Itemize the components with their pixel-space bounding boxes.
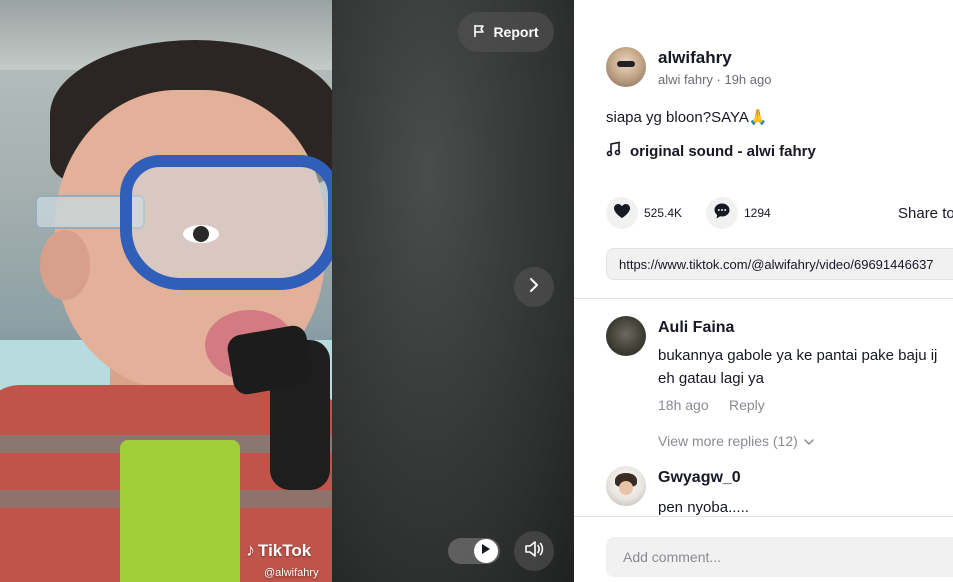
comment-icon [713, 202, 731, 225]
like-stat: 525.4K [606, 197, 682, 229]
add-comment-input[interactable] [606, 537, 953, 577]
comment-count: 1294 [744, 206, 771, 220]
tiktok-watermark-handle: @alwifahry [264, 567, 319, 579]
commenter-name[interactable]: Gwyagw_0 [658, 469, 741, 487]
person-pupil [193, 226, 209, 242]
author-subline: alwi fahry · 19h ago [658, 72, 772, 87]
like-count: 525.4K [644, 206, 683, 220]
volume-button[interactable] [514, 531, 554, 571]
tiktok-watermark-text: TikTok [258, 540, 312, 560]
view-more-replies-label: View more replies (12) [658, 433, 798, 449]
tiktok-watermark: ♪ TikTok [246, 540, 311, 561]
video-frame[interactable]: ♪ TikTok @alwifahry [0, 0, 332, 582]
snorkel-mask [120, 155, 332, 290]
sound-link[interactable]: original sound - alwi fahry [606, 141, 816, 161]
section-divider [574, 298, 953, 299]
avatar-face [619, 481, 633, 495]
chevron-down-icon [804, 433, 814, 449]
tiktok-logo-icon: ♪ [246, 540, 255, 560]
comment-button[interactable] [706, 197, 738, 229]
green-shirt [120, 440, 240, 582]
sunglasses-icon [617, 61, 635, 67]
autoplay-toggle-knob[interactable] [474, 539, 498, 563]
tiktok-video-page: ♪ TikTok @alwifahry Report alwifahry alw… [0, 0, 953, 582]
report-button[interactable]: Report [458, 12, 554, 52]
comment-text-continued: eh gatau lagi ya [658, 370, 764, 387]
music-note-icon [606, 141, 622, 161]
heart-icon [613, 203, 631, 224]
view-more-replies-button[interactable]: View more replies (12) [658, 433, 814, 449]
comment-text: bukannya gabole ya ke pantai pake baju i… [658, 347, 938, 364]
author-avatar[interactable] [606, 47, 646, 87]
comment-composer [574, 516, 953, 582]
commenter-avatar[interactable] [606, 466, 646, 506]
volume-icon [524, 540, 544, 563]
comment-timestamp: 18h ago [658, 397, 709, 413]
author-username[interactable]: alwifahry [658, 48, 732, 68]
reply-button[interactable]: Reply [729, 397, 765, 413]
chevron-right-icon [527, 277, 541, 298]
video-caption: siapa yg bloon?SAYA🙏 [606, 109, 768, 126]
share-label[interactable]: Share to [898, 205, 953, 222]
video-player[interactable]: ♪ TikTok @alwifahry Report [0, 0, 574, 582]
report-label: Report [493, 24, 539, 40]
video-link-field[interactable]: https://www.tiktok.com/@alwifahry/video/… [606, 248, 953, 280]
like-button[interactable] [606, 197, 638, 229]
sound-title: original sound - alwi fahry [630, 142, 816, 160]
flag-icon [473, 24, 487, 41]
person-ear [40, 230, 90, 300]
details-panel: alwifahry alwi fahry · 19h ago siapa yg … [574, 0, 953, 582]
commenter-name[interactable]: Auli Faina [658, 319, 734, 337]
comment-stat: 1294 [706, 197, 771, 229]
commenter-avatar[interactable] [606, 316, 646, 356]
play-icon [481, 542, 491, 560]
next-video-button[interactable] [514, 267, 554, 307]
